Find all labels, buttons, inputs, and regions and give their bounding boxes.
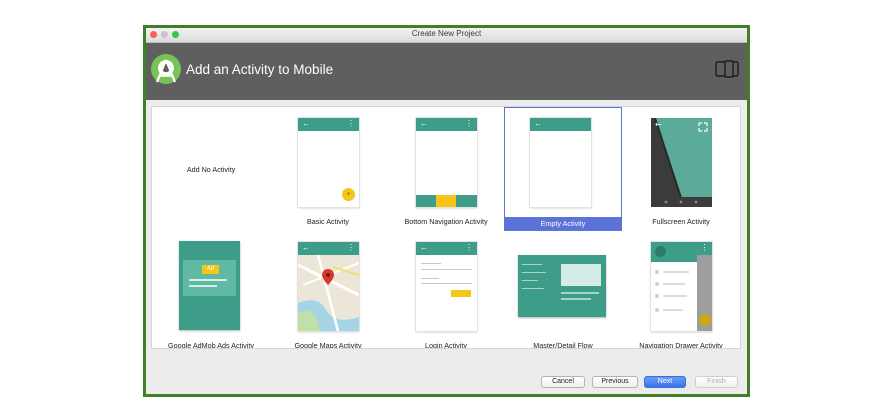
overflow-menu-icon: ⋮ xyxy=(347,119,355,128)
master-list-line xyxy=(522,272,546,273)
window-title: Create New Project xyxy=(411,29,482,38)
app-bar: ← ⋮ xyxy=(416,242,477,255)
detail-pane xyxy=(561,264,601,286)
ad-banner: Ad xyxy=(183,260,236,296)
back-arrow-icon: ← xyxy=(302,119,310,128)
drawer-item xyxy=(663,283,685,285)
activity-tile-no-activity[interactable]: Add No Activity xyxy=(152,107,270,231)
phone-tablet-form-factor-icon xyxy=(715,60,739,78)
avatar xyxy=(655,246,666,257)
drawer-item xyxy=(655,308,659,312)
master-list-line xyxy=(522,264,542,265)
activity-gallery: Add No Activity ← ⋮ + Basic Activity ← ⋮ xyxy=(151,106,741,349)
dialog-title: Add an Activity to Mobile xyxy=(186,62,334,77)
activity-label: Google AdMob Ads Activity xyxy=(168,341,254,349)
fab-icon: + xyxy=(342,188,355,201)
activity-label: Login Activity xyxy=(425,341,467,349)
activity-tile-fullscreen[interactable]: ← Fullscreen Activity xyxy=(622,107,740,231)
activity-tile-basic[interactable]: ← ⋮ + Basic Activity xyxy=(269,107,387,231)
navigation-drawer xyxy=(651,242,697,331)
activity-tile-master-detail[interactable]: Master/Detail Flow xyxy=(504,231,622,349)
detail-text-line xyxy=(561,292,599,294)
admob-preview: Ad xyxy=(179,241,240,330)
activity-label: Master/Detail Flow xyxy=(533,341,593,349)
window-titlebar: Create New Project xyxy=(146,28,747,43)
map-illustration xyxy=(298,255,359,331)
back-arrow-icon: ← xyxy=(420,243,428,252)
drawer-header xyxy=(651,242,697,262)
activity-label: Empty Activity xyxy=(505,217,621,230)
activity-tile-empty[interactable]: ← Empty Activity xyxy=(504,107,622,231)
drawer-item xyxy=(663,309,683,311)
ad-badge: Ad xyxy=(202,265,219,274)
activity-label: Fullscreen Activity xyxy=(652,217,710,226)
fullscreen-preview: ← xyxy=(651,118,712,207)
fab-icon xyxy=(699,314,711,326)
bottom-navigation-selected-item xyxy=(436,195,456,207)
sign-in-button xyxy=(451,290,471,297)
drawer-item xyxy=(663,271,689,273)
email-field-line xyxy=(421,263,441,264)
app-bar: ← xyxy=(530,118,591,131)
drawer-item xyxy=(655,294,659,298)
ad-text-line xyxy=(189,285,217,287)
drawer-item xyxy=(655,282,659,286)
app-bar: ⋮ xyxy=(697,242,712,255)
activity-tile-bottom-navigation[interactable]: ← ⋮ Bottom Navigation Activity xyxy=(387,107,505,231)
activity-label: Basic Activity xyxy=(307,217,349,226)
overflow-menu-icon: ⋮ xyxy=(465,119,473,128)
overflow-menu-icon: ⋮ xyxy=(465,243,473,252)
previous-button[interactable]: Previous xyxy=(592,376,638,388)
activity-tile-google-maps[interactable]: ← ⋮ Google Maps Activity xyxy=(269,231,387,349)
activity-preview: ← ⋮ + xyxy=(298,118,359,207)
activity-preview: ⋮ xyxy=(651,242,712,331)
activity-preview: ← ⋮ xyxy=(416,242,477,331)
ad-text-line xyxy=(189,279,227,281)
master-list-line xyxy=(522,288,544,289)
master-list-line xyxy=(522,280,538,281)
app-bar: ← ⋮ xyxy=(416,118,477,131)
activity-tile-navigation-drawer[interactable]: ⋮ Navigation Drawer Activity xyxy=(622,231,740,349)
password-field-line xyxy=(421,278,439,279)
overflow-menu-icon: ⋮ xyxy=(347,243,355,252)
activity-label: Google Maps Activity xyxy=(294,341,362,349)
back-arrow-icon: ← xyxy=(534,119,542,128)
drawer-item xyxy=(655,270,659,274)
activity-preview: ← ⋮ xyxy=(298,242,359,331)
bottom-navigation-bar xyxy=(416,195,477,207)
cancel-button[interactable]: Cancel xyxy=(541,376,585,388)
activity-tile-login[interactable]: ← ⋮ Login Activity xyxy=(387,231,505,349)
back-arrow-icon: ← xyxy=(302,243,310,252)
activity-preview: ← ⋮ xyxy=(416,118,477,207)
next-button[interactable]: Next xyxy=(644,376,686,388)
app-bar: ← ⋮ xyxy=(298,242,359,255)
activity-label: Add No Activity xyxy=(186,165,236,174)
svg-text:←: ← xyxy=(655,120,662,129)
app-bar: ← ⋮ xyxy=(298,118,359,131)
password-field-line xyxy=(421,283,472,284)
finish-button[interactable]: Finish xyxy=(695,376,738,388)
back-arrow-icon: ← xyxy=(420,119,428,128)
drawer-item xyxy=(663,295,687,297)
android-studio-logo-icon xyxy=(151,54,181,84)
tablet-preview xyxy=(518,255,606,317)
activity-tile-admob[interactable]: Ad Google AdMob Ads Activity xyxy=(152,231,270,349)
activity-label: Navigation Drawer Activity xyxy=(639,341,723,349)
activity-label: Bottom Navigation Activity xyxy=(404,217,488,226)
dialog-header: Add an Activity to Mobile xyxy=(146,43,747,100)
detail-text-line xyxy=(561,298,591,300)
activity-preview: ← xyxy=(530,118,591,207)
create-project-dialog: Create New Project Add an Activity to Mo… xyxy=(143,25,750,397)
email-field-line xyxy=(421,269,472,270)
